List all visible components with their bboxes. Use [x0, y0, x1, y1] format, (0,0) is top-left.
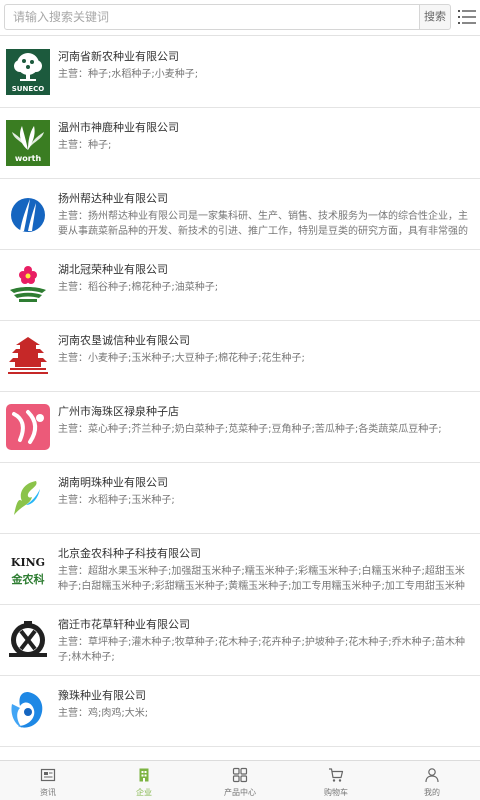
company-name[interactable]: 河南农垦诚信种业有限公司	[58, 332, 190, 348]
search-box[interactable]	[4, 4, 420, 30]
company-desc: 主营：草坪种子;灌木种子;牧草种子;花木种子;花卉种子;护坡种子;花木种子;乔木…	[58, 637, 465, 663]
company-desc: 主营：鸡;肉鸡;大米;	[58, 708, 149, 719]
company-item[interactable]: 宿迁市花草轩种业有限公司 主营：草坪种子;灌木种子;牧草种子;花木种子;花卉种子…	[0, 605, 480, 676]
company-desc: 主营：种子;	[58, 140, 112, 151]
tab-profile[interactable]: 我的	[384, 761, 480, 800]
company-item[interactable]: 豫珠种业有限公司 主营：鸡;肉鸡;大米;	[0, 676, 480, 747]
tab-enterprise[interactable]: 企业	[96, 761, 192, 800]
tab-label: 企业	[136, 788, 152, 797]
bottom-tab-bar: 资讯 企业 产品中心 购物车 我的	[0, 760, 480, 800]
tab-label: 产品中心	[224, 788, 256, 797]
user-icon	[425, 768, 439, 783]
search-input[interactable]	[5, 5, 419, 29]
company-name[interactable]: 温州市神鹿种业有限公司	[58, 119, 179, 135]
company-item[interactable]: 广州市海珠区禄泉种子店 主营：菜心种子;芥兰种子;奶白菜种子;苋菜种子;豆角种子…	[0, 392, 480, 463]
company-name[interactable]: 湖北冠荣种业有限公司	[58, 261, 168, 277]
svg-text:KING: KING	[11, 556, 45, 569]
tab-news[interactable]: 资讯	[0, 761, 96, 800]
flower-logo[interactable]	[6, 262, 50, 308]
company-desc: 主营：菜心种子;芥兰种子;奶白菜种子;苋菜种子;豆角种子;苦瓜种子;各类蔬菜瓜豆…	[58, 424, 442, 435]
company-name[interactable]: 北京金农科种子科技有限公司	[58, 545, 201, 561]
svg-text:SUNECO: SUNECO	[12, 85, 45, 93]
svg-text:金农科: 金农科	[11, 572, 45, 586]
crest-logo[interactable]	[6, 617, 50, 663]
svg-text:worth: worth	[15, 154, 42, 163]
tab-label: 我的	[424, 788, 440, 797]
tab-products[interactable]: 产品中心	[192, 761, 288, 800]
company-item[interactable]: KING 金农科 北京金农科种子科技有限公司 主营：超甜水果玉米种子;加强甜玉米…	[0, 534, 480, 605]
green-swirl-logo[interactable]	[6, 475, 50, 521]
company-desc: 主营：超甜水果玉米种子;加强甜玉米种子;糯玉米种子;彩糯玉米种子;白糯玉米种子;…	[58, 566, 465, 592]
cart-icon	[329, 768, 344, 782]
company-desc: 主营：水稻种子;玉米种子;	[58, 495, 175, 506]
company-name[interactable]: 宿迁市花草轩种业有限公司	[58, 616, 190, 632]
king-logo[interactable]: KING 金农科	[6, 546, 50, 592]
tab-label: 购物车	[324, 788, 348, 797]
grid-icon	[232, 767, 248, 783]
company-item[interactable]: 湖南明珠种业有限公司 主营：水稻种子;玉米种子;	[0, 463, 480, 534]
pagoda-logo[interactable]	[6, 333, 50, 379]
company-item[interactable]: 扬州帮达种业有限公司 主营：扬州帮达种业有限公司是一家集科研、生产、销售、技术服…	[0, 179, 480, 250]
company-item[interactable]: 河南农垦诚信种业有限公司 主营：小麦种子;玉米种子;大豆种子;棉花种子;花生种子…	[0, 321, 480, 392]
worth-leaf-logo[interactable]: worth	[6, 120, 50, 166]
company-desc: 主营：小麦种子;玉米种子;大豆种子;棉花种子;花生种子;	[58, 353, 305, 364]
blue-spiral-logo[interactable]	[6, 688, 50, 734]
company-name[interactable]: 湖南明珠种业有限公司	[58, 474, 168, 490]
company-desc: 主营：扬州帮达种业有限公司是一家集科研、生产、销售、技术服务为一体的综合性企业，…	[58, 211, 468, 237]
pink-wave-logo[interactable]	[6, 404, 50, 450]
tab-label: 资讯	[40, 788, 56, 797]
list-menu-icon[interactable]	[458, 9, 476, 25]
company-name[interactable]: 豫珠种业有限公司	[58, 687, 146, 703]
company-list: SUNECO 河南省新农种业有限公司 主营：种子;水稻种子;小麦种子; wort…	[0, 37, 480, 759]
blue-wave-logo[interactable]	[6, 191, 50, 237]
company-item[interactable]: worth 温州市神鹿种业有限公司 主营：种子;	[0, 108, 480, 179]
company-item[interactable]: SUNECO 河南省新农种业有限公司 主营：种子;水稻种子;小麦种子;	[0, 37, 480, 108]
building-icon	[139, 768, 149, 782]
company-item[interactable]: 湖北冠荣种业有限公司 主营：稻谷种子;棉花种子;油菜种子;	[0, 250, 480, 321]
company-name[interactable]: 广州市海珠区禄泉种子店	[58, 403, 179, 419]
header: 搜索	[0, 0, 480, 36]
search-button[interactable]: 搜索	[419, 4, 451, 30]
company-name[interactable]: 河南省新农种业有限公司	[58, 48, 179, 64]
company-name[interactable]: 扬州帮达种业有限公司	[58, 190, 168, 206]
news-icon	[40, 768, 56, 782]
company-desc: 主营：稻谷种子;棉花种子;油菜种子;	[58, 282, 219, 293]
suneco-tree-logo[interactable]: SUNECO	[6, 49, 50, 95]
tab-cart[interactable]: 购物车	[288, 761, 384, 800]
company-desc: 主营：种子;水稻种子;小麦种子;	[58, 69, 199, 80]
